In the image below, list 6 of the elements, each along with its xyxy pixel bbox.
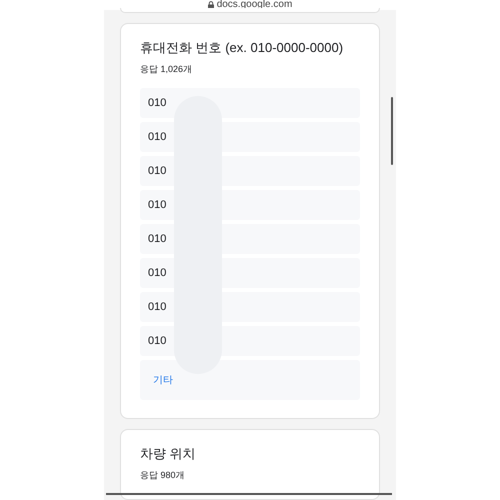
response-count: 응답 980개: [140, 469, 186, 481]
question-title: 휴대전화 번호 (ex. 010-0000-0000): [140, 39, 344, 57]
question-title: 차량 위치: [140, 445, 197, 463]
more-answers-link[interactable]: 기타: [140, 360, 360, 400]
response-count: 응답 1,026개: [140, 63, 194, 75]
scrollbar[interactable]: [391, 97, 393, 165]
